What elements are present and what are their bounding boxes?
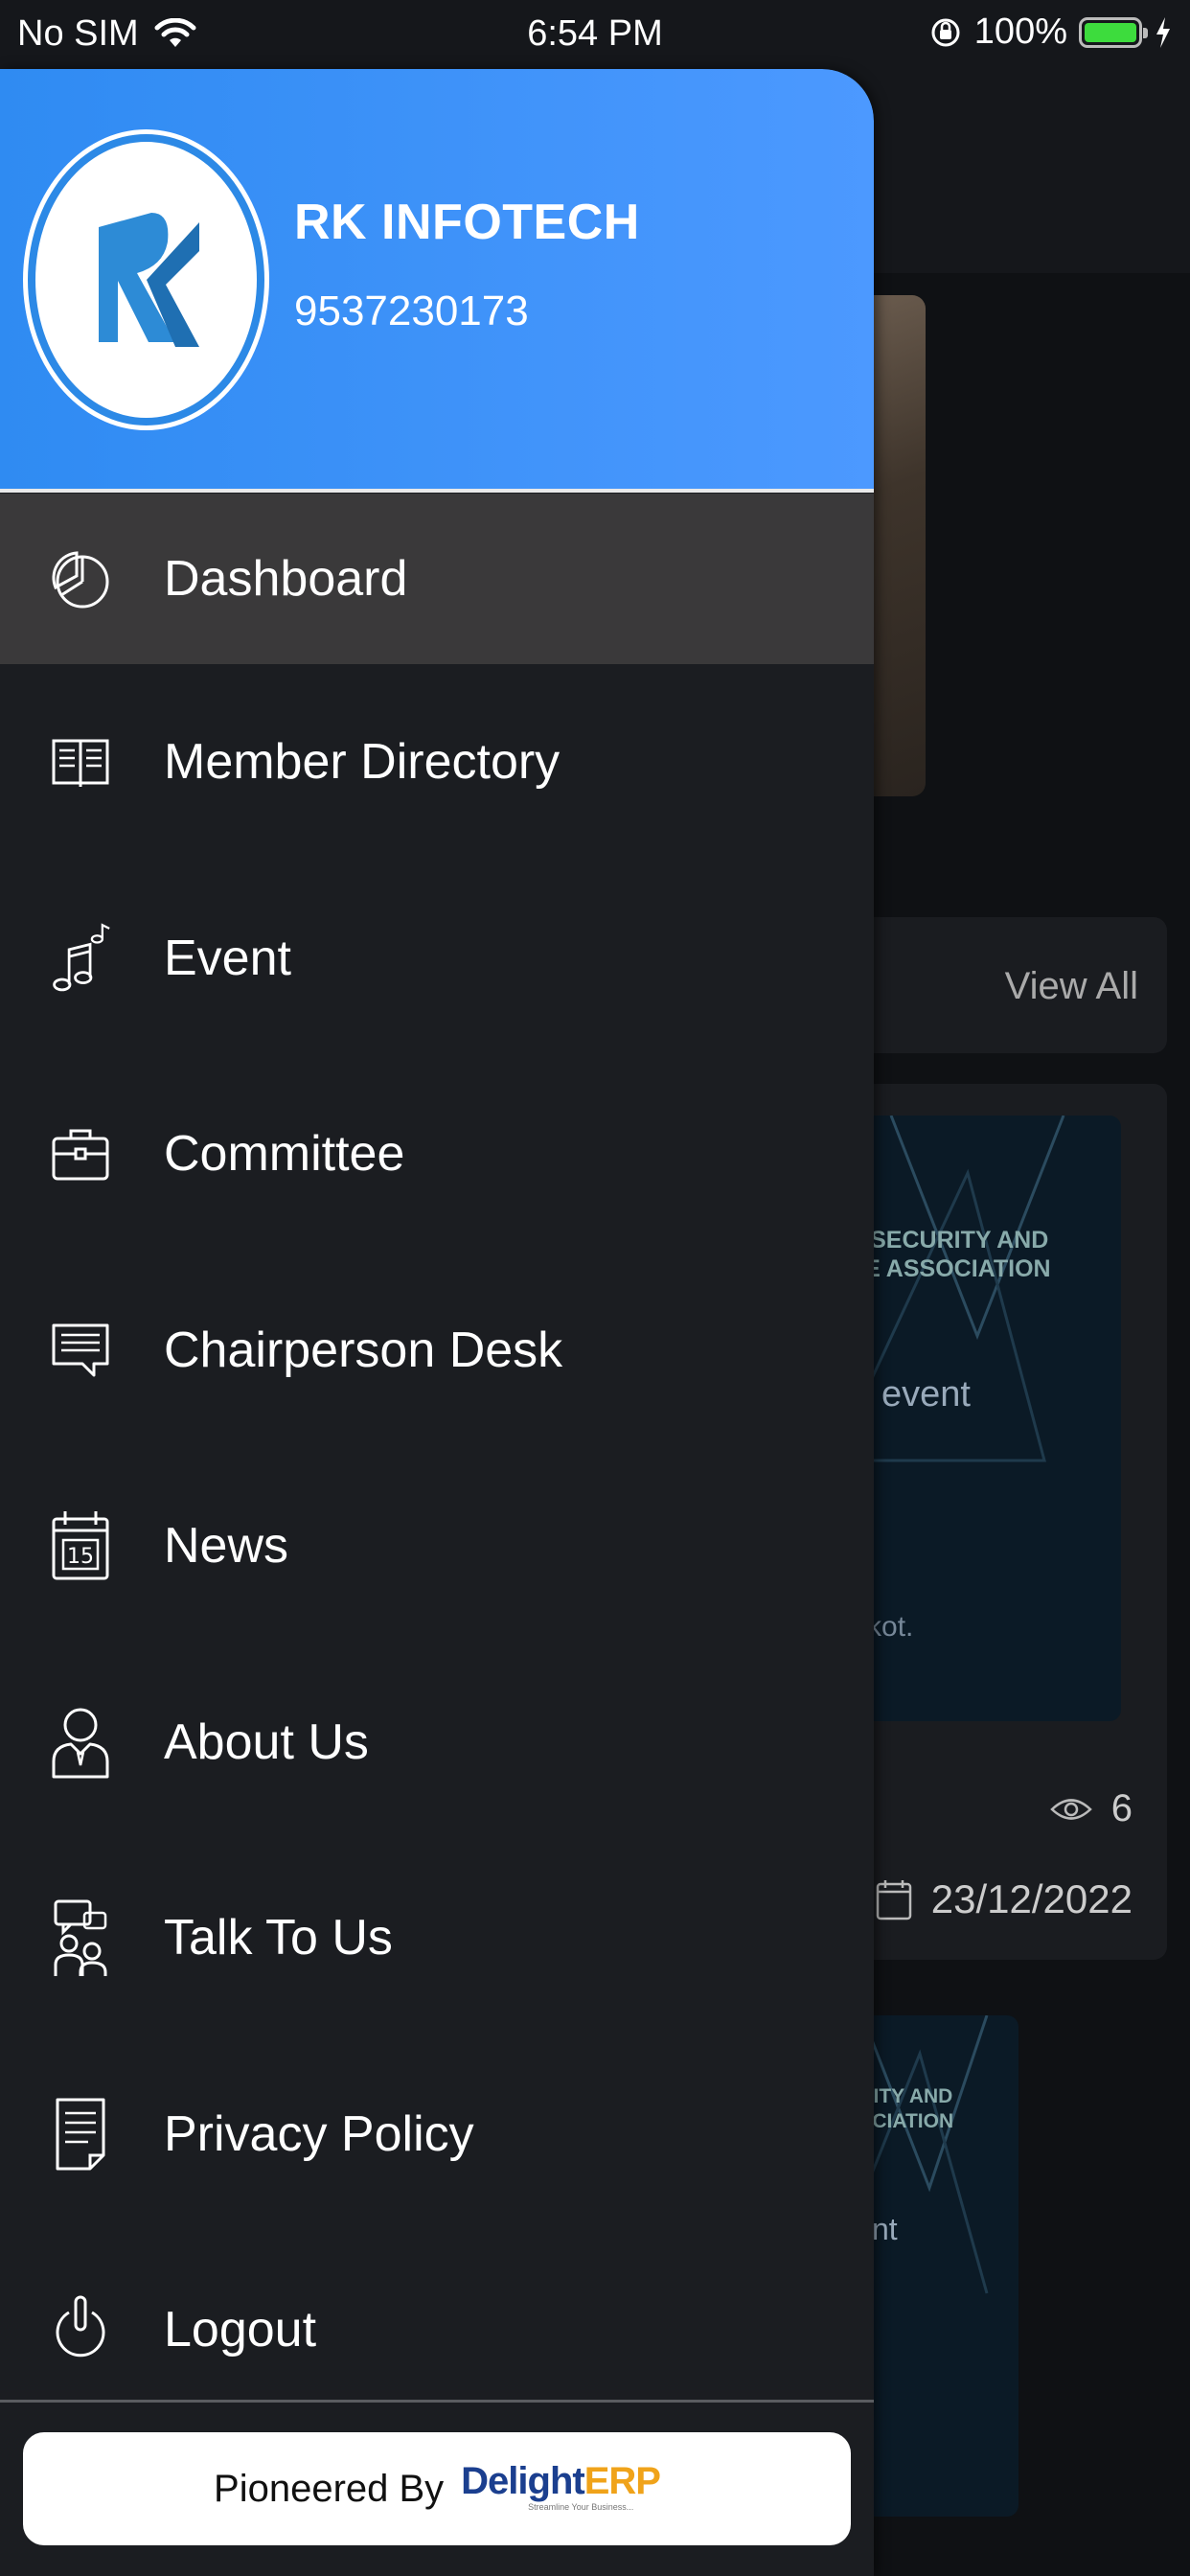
chat-bubble-icon	[50, 1317, 111, 1384]
event-date-text: 23/12/2022	[930, 1876, 1133, 1921]
menu-item-news[interactable]: 15 News	[0, 1448, 874, 1644]
background-section-header: View All	[824, 917, 1167, 1053]
drawer-header: RK INFOTECH 9537230173	[0, 69, 874, 489]
svg-text:15: 15	[67, 1545, 94, 1569]
user-icon	[50, 1708, 111, 1779]
event-card2-event-text: nt	[872, 2212, 898, 2246]
menu-item-member-directory[interactable]: Member Directory	[0, 664, 874, 861]
battery-percent: 100%	[973, 12, 1067, 52]
company-phone: 9537230173	[294, 288, 529, 334]
rk-logo-icon	[98, 213, 199, 347]
view-all-link[interactable]: View All	[1005, 965, 1138, 1008]
navigation-drawer: RK INFOTECH 9537230173 Dashboard Member …	[0, 69, 874, 2576]
menu-item-talk-to-us[interactable]: Talk To Us	[0, 1840, 874, 2036]
eye-icon	[1049, 1798, 1092, 1820]
menu-item-about-us[interactable]: About Us	[0, 1644, 874, 1841]
menu-label-event: Event	[164, 930, 291, 986]
background-event-card[interactable]: RA SECURITY AND NCE ASSOCIATION event Ra…	[824, 1084, 1167, 1960]
company-name: RK INFOTECH	[294, 195, 640, 250]
event-date: 23/12/2022	[876, 1876, 1133, 1922]
menu-label-about-us: About Us	[164, 1714, 369, 1770]
brand-part1: Delight	[461, 2460, 585, 2502]
status-right: 100%	[928, 12, 1173, 53]
calendar-small-icon	[876, 1880, 912, 1920]
status-bar: No SIM 6:54 PM 100%	[0, 0, 1190, 69]
battery-icon	[1079, 16, 1148, 48]
pioneered-by-label: Pioneered By	[214, 2467, 445, 2510]
header-divider	[0, 489, 874, 493]
document-icon	[50, 2098, 111, 2171]
menu-label-talk-to-us: Talk To Us	[164, 1910, 393, 1966]
menu-label-dashboard: Dashboard	[164, 551, 408, 607]
menu-label-chairperson-desk: Chairperson Desk	[164, 1322, 563, 1378]
pioneered-by-footer[interactable]: Pioneered By DelightERP Streamline Your …	[23, 2432, 851, 2545]
briefcase-icon	[50, 1120, 111, 1187]
menu-item-committee[interactable]: Committee	[0, 1056, 874, 1253]
views-count: 6	[1110, 1787, 1133, 1829]
brand-part2: ERP	[584, 2460, 661, 2502]
footer-divider	[0, 2400, 874, 2403]
menu-item-logout[interactable]: Logout	[0, 2232, 874, 2428]
views-counter: 6	[1049, 1787, 1133, 1830]
book-icon	[50, 728, 111, 795]
calendar-icon: 15	[50, 1511, 111, 1580]
delighterp-logo: DelightERP Streamline Your Business...	[461, 2460, 661, 2518]
menu-label-committee: Committee	[164, 1126, 405, 1183]
company-logo-avatar	[23, 129, 269, 430]
music-note-icon	[50, 923, 111, 992]
brand-tagline: Streamline Your Business...	[528, 2502, 634, 2512]
drawer-menu: Dashboard Member Directory Event Committ…	[0, 494, 874, 2428]
event-card-event-text: event	[881, 1374, 971, 1414]
menu-label-logout: Logout	[164, 2302, 317, 2358]
support-people-icon	[50, 1899, 111, 1977]
menu-item-chairperson-desk[interactable]: Chairperson Desk	[0, 1253, 874, 1449]
pie-chart-icon	[50, 545, 111, 612]
menu-item-event[interactable]: Event	[0, 861, 874, 1057]
menu-item-privacy-policy[interactable]: Privacy Policy	[0, 2036, 874, 2233]
power-icon	[50, 2295, 111, 2363]
menu-item-dashboard[interactable]: Dashboard	[0, 494, 874, 664]
menu-label-news: News	[164, 1518, 289, 1575]
charging-bolt-icon	[1156, 16, 1170, 48]
menu-label-member-directory: Member Directory	[164, 734, 561, 791]
orientation-lock-icon	[931, 18, 960, 46]
menu-label-privacy-policy: Privacy Policy	[164, 2105, 474, 2162]
